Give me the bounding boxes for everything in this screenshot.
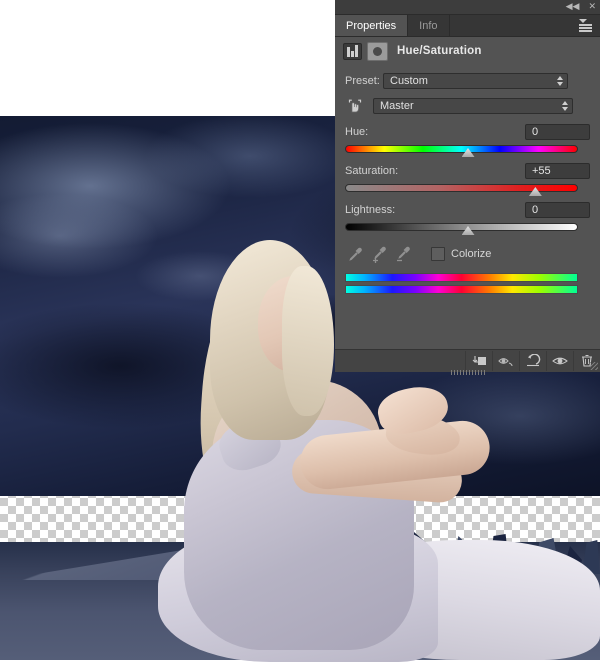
preset-row: Preset: Custom <box>345 73 590 89</box>
hue-label: Hue: <box>345 126 368 138</box>
saturation-label: Saturation: <box>345 165 398 177</box>
hair-front <box>282 266 334 416</box>
panel-resize-grip[interactable] <box>451 370 485 375</box>
panel-footer <box>335 349 600 372</box>
add-to-sample-eyedropper-icon[interactable] <box>369 245 388 264</box>
hue-slider-track[interactable] <box>345 145 578 153</box>
channel-select[interactable]: Master <box>373 98 573 114</box>
tab-properties[interactable]: Properties <box>335 15 408 36</box>
chevron-updown-icon <box>562 101 568 111</box>
clip-to-layer-button[interactable] <box>465 351 492 371</box>
adjustment-layer-icon <box>343 43 362 60</box>
colorize-checkbox[interactable] <box>431 247 445 261</box>
collapse-to-icons-icon[interactable]: ◀◀ <box>566 1 580 12</box>
colorize-label: Colorize <box>451 248 491 260</box>
preset-select[interactable]: Custom <box>383 73 568 89</box>
color-spectrum-bar-bottom[interactable] <box>345 285 578 294</box>
lightness-slider-block: Lightness: 0 <box>345 201 590 234</box>
channel-row: Master <box>345 96 590 116</box>
saturation-slider-block: Saturation: +55 <box>345 162 590 195</box>
tab-info[interactable]: Info <box>408 15 449 36</box>
targeted-adjustment-hand-icon[interactable] <box>345 96 365 116</box>
channel-value: Master <box>380 100 414 112</box>
panel-tabstrip: Properties Info <box>335 15 600 37</box>
preset-value: Custom <box>390 75 428 87</box>
panel-menu-icon[interactable] <box>579 19 595 32</box>
lightness-label: Lightness: <box>345 204 395 216</box>
lightness-slider-track[interactable] <box>345 223 578 231</box>
color-spectrum-bar-top <box>345 273 578 282</box>
close-icon[interactable]: ✕ <box>588 1 596 12</box>
sample-color-eyedropper-icon[interactable] <box>345 245 364 264</box>
panel-topbar: ◀◀ ✕ <box>335 0 600 15</box>
hue-saturation-icon <box>367 42 388 61</box>
subtract-from-sample-eyedropper-icon[interactable] <box>393 245 412 264</box>
preset-label: Preset: <box>345 75 383 87</box>
view-previous-state-button[interactable] <box>492 351 519 371</box>
eyedropper-tools-row: Colorize <box>345 243 590 265</box>
saturation-slider-track[interactable] <box>345 184 578 192</box>
chevron-updown-icon <box>557 76 563 86</box>
page-title: Hue/Saturation <box>397 45 482 57</box>
hue-slider-block: Hue: 0 <box>345 123 590 156</box>
saturation-value-input[interactable]: +55 <box>525 163 590 179</box>
corner-resize-grip[interactable] <box>590 362 598 370</box>
toggle-visibility-button[interactable] <box>546 351 573 371</box>
properties-panel[interactable]: ◀◀ ✕ Properties Info Hue/Saturation Pres… <box>335 0 600 372</box>
hue-value-input[interactable]: 0 <box>525 124 590 140</box>
panel-header: Hue/Saturation <box>335 37 600 65</box>
lightness-value-input[interactable]: 0 <box>525 202 590 218</box>
reset-button[interactable] <box>519 351 546 371</box>
